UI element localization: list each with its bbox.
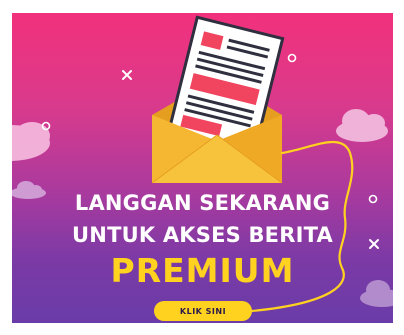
premium-subscription-banner[interactable]: LANGGAN SEKARANG UNTUK AKSES BERITA PREM… bbox=[12, 13, 393, 323]
headline-line-1: LANGGAN SEKARANG bbox=[74, 191, 331, 215]
click-here-button[interactable]: KLIK SINI bbox=[154, 301, 252, 321]
sparkle-circle-icon bbox=[287, 53, 297, 63]
headline-line-2: UNTUK AKSES BERITA bbox=[72, 223, 333, 247]
cloud-icon bbox=[12, 122, 50, 161]
cloud-icon bbox=[336, 109, 388, 142]
sparkle-x-icon bbox=[122, 70, 132, 80]
premium-highlight: PREMIUM bbox=[110, 251, 295, 290]
